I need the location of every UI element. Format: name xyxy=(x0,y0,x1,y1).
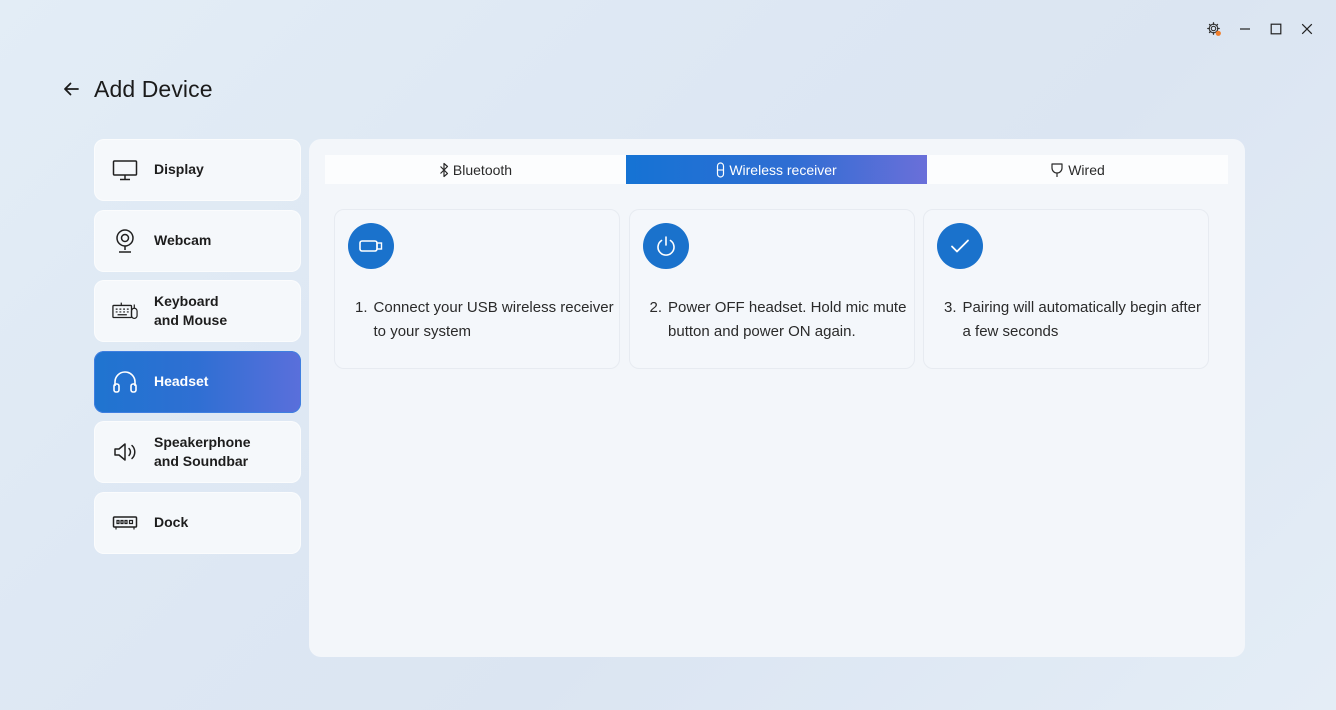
sidebar-item-label: Keyboard and Mouse xyxy=(154,292,228,329)
webcam-icon xyxy=(112,228,138,254)
speaker-icon xyxy=(112,439,138,465)
sidebar-item-label: Dock xyxy=(154,513,189,530)
step-number: 3. xyxy=(944,299,957,316)
step-text: 2. Power OFF headset. Hold mic mute butt… xyxy=(650,296,910,343)
step-card-2: 2. Power OFF headset. Hold mic mute butt… xyxy=(628,209,915,369)
tab-label: Wired xyxy=(1068,161,1105,178)
maximize-icon[interactable] xyxy=(1260,18,1291,40)
connection-tabs: Bluetooth Wireless receiver Wired xyxy=(325,155,1228,184)
headset-icon xyxy=(112,369,138,395)
sidebar-item-label: Display xyxy=(154,161,204,178)
sidebar-item-webcam[interactable]: Webcam xyxy=(94,209,301,272)
usb-dongle-icon xyxy=(716,161,725,178)
step-description: Pairing will automatically begin after a… xyxy=(962,299,1201,340)
step-text: 1. Connect your USB wireless receiver to… xyxy=(355,296,615,343)
tab-bluetooth[interactable]: Bluetooth xyxy=(325,155,626,184)
arrow-left-icon xyxy=(64,82,79,96)
step-description: Connect your USB wireless receiver to yo… xyxy=(373,299,614,340)
plug-icon xyxy=(1050,162,1064,178)
sidebar-item-display[interactable]: Display xyxy=(94,139,301,201)
usb-receiver-icon xyxy=(348,223,394,269)
step-number: 2. xyxy=(649,299,663,316)
pairing-steps: 1. Connect your USB wireless receiver to… xyxy=(334,209,1218,369)
sidebar-item-keyboard-and-mouse[interactable]: Keyboard and Mouse xyxy=(94,280,301,342)
step-number: 1. xyxy=(355,299,368,316)
step-card-3: 3. Pairing will automatically begin afte… xyxy=(923,209,1209,369)
step-description: Power OFF headset. Hold mic mute button … xyxy=(668,299,907,340)
tab-wireless-receiver[interactable]: Wireless receiver xyxy=(626,155,927,184)
device-category-sidebar: Display Webcam Keyboard and Mouse Headse… xyxy=(94,139,301,562)
settings-gear-icon[interactable] xyxy=(1198,18,1229,40)
bluetooth-icon xyxy=(439,162,449,178)
sidebar-item-dock[interactable]: Dock xyxy=(94,491,301,554)
minimize-icon[interactable] xyxy=(1229,18,1260,40)
keyboard-mouse-icon xyxy=(112,298,138,324)
sidebar-item-headset[interactable]: Headset xyxy=(94,350,301,413)
tab-label: Bluetooth xyxy=(452,161,513,178)
monitor-icon xyxy=(112,157,138,183)
sidebar-item-speakerphone-and-soundbar[interactable]: Speakerphone and Soundbar xyxy=(94,421,301,483)
step-card-1: 1. Connect your USB wireless receiver to… xyxy=(334,209,620,369)
dock-icon xyxy=(112,510,138,536)
page-header: Add Device xyxy=(58,74,213,104)
tab-wired[interactable]: Wired xyxy=(927,155,1228,184)
pairing-panel: Bluetooth Wireless receiver Wired 1. Con… xyxy=(309,139,1245,657)
page-title: Add Device xyxy=(94,75,213,102)
sidebar-item-label: Speakerphone and Soundbar xyxy=(154,433,251,470)
power-icon xyxy=(642,223,689,269)
back-button[interactable] xyxy=(58,74,84,104)
checkmark-icon xyxy=(937,223,983,269)
tab-label: Wireless receiver xyxy=(729,161,837,178)
sidebar-item-label: Webcam xyxy=(154,231,212,248)
close-icon[interactable] xyxy=(1291,18,1322,40)
window-controls xyxy=(1198,18,1322,40)
step-text: 3. Pairing will automatically begin afte… xyxy=(944,296,1204,343)
sidebar-item-label: Headset xyxy=(154,372,209,389)
